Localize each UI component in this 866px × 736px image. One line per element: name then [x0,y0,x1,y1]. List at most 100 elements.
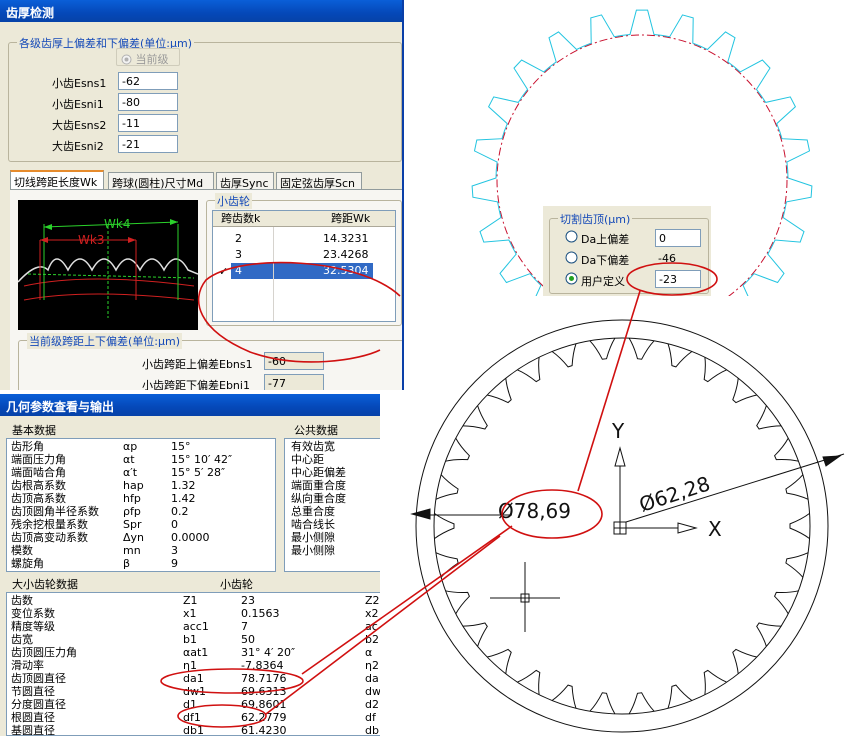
basic-row-symbol: hfp [123,492,141,505]
basic-row-symbol: hap [123,479,144,492]
da-upper-radio[interactable] [565,230,578,246]
gear-row-value: -7.8364 [241,659,284,672]
gear-row[interactable]: 根圆直径 df1 62.2779 df [7,711,380,724]
gear-row[interactable]: 节圆直径 dw1 69.6313 dw [7,685,380,698]
user-defined-field[interactable]: -23 [655,270,701,288]
basic-row-name: 螺旋角 [11,557,44,570]
basic-row[interactable]: 齿形角 αp 15° [7,440,275,453]
gear-row-value: 50 [241,633,255,646]
common-row[interactable]: 最小侧隙 [285,531,380,544]
wk-row-k: 4 [235,264,242,277]
gear-row-symbol: η1 [183,659,197,672]
wk-row-3-selected[interactable]: 4 32.5304 [231,263,373,279]
tab-sync[interactable]: 齿厚Sync [216,172,274,190]
gear-row-value: 0.1563 [241,607,280,620]
gear-row[interactable]: 变位系数 x1 0.1563 x2 [7,607,380,620]
basic-row-value: 0 [171,518,178,531]
basic-row-name: 齿顶高变动系数 [11,531,88,544]
tab-wk[interactable]: 切线跨距长度Wk [10,170,104,190]
gear-row[interactable]: 齿数 Z1 23 Z2 [7,594,380,607]
common-row-name: 总重合度 [291,505,335,518]
basic-row[interactable]: 残余挖根量系数 Spr 0 [7,518,275,531]
wk-table[interactable]: 跨齿数k 跨距Wk 2 14.3231 3 23.4268 4 32.5304 … [212,210,396,322]
common-row-name: 中心距 [291,453,324,466]
basic-row-name: 齿形角 [11,440,44,453]
wk-row-k: 3 [235,248,242,261]
gear-row[interactable]: 齿顶圆压力角 αat1 31° 4′ 20″ α [7,646,380,659]
gear-row[interactable]: 齿宽 b1 50 b2 [7,633,380,646]
basic-row[interactable]: 模数 mn 3 [7,544,275,557]
gear-row-symbol: Z1 [183,594,198,607]
gear-row-name: 齿顶圆压力角 [11,646,77,659]
basic-row-symbol: Δyn [123,531,145,544]
common-row[interactable]: 有效齿宽 [285,440,380,453]
gear-row-symbol-2: x2 [365,607,379,620]
tooth-thickness-titlebar[interactable]: 齿厚检测 [0,0,402,22]
common-row-name: 端面重合度 [291,479,346,492]
wk-row-value: 32.5304 [323,264,369,277]
basic-row-symbol: αp [123,440,138,453]
common-row[interactable]: 中心距 [285,453,380,466]
col-wk-header[interactable]: 跨距Wk [331,211,370,227]
common-row[interactable]: 端面重合度 [285,479,380,492]
wk-table-header: 跨齿数k 跨距Wk [213,211,395,227]
basic-data-header: 基本数据 [8,422,56,438]
tab-scn[interactable]: 固定弦齿厚Scn [276,172,362,190]
tab-md[interactable]: 跨球(圆柱)尺寸Md [108,172,214,190]
basic-row[interactable]: 端面啮合角 α′t 15° 5′ 28″ [7,466,275,479]
basic-data-table[interactable]: 齿形角 αp 15° 端面压力角 αt 15° 10′ 42″ 端面啮合角 α′t 15° 5′… [6,438,276,572]
basic-row[interactable]: 螺旋角 β 9 [7,557,275,570]
common-data-table[interactable]: 有效齿宽 中心距 中心距偏差 端面重合度 纵向重合度 总重合度 啮合线长 最小侧隙 最小侧隙 [284,438,380,572]
gear-row-value: 69.8601 [241,698,287,711]
gear-row[interactable]: 分度圆直径 d1 69.8601 d2 [7,698,380,711]
esns2-field[interactable]: -11 [118,114,178,132]
col-k-header[interactable]: 跨齿数k [221,211,260,227]
basic-row-symbol: mn [123,544,141,557]
wk-row-value: 14.3231 [323,232,369,245]
da-lower-radio[interactable] [565,251,578,267]
gear-row[interactable]: 基圆直径 db1 61.4230 db [7,724,380,735]
common-row-name: 啮合线长 [291,518,335,531]
basic-row-name: 端面啮合角 [11,466,66,479]
ebni1-label: 小齿跨距下偏差Ebni1 [142,379,250,390]
esns1-field[interactable]: -62 [118,72,178,90]
cut-tip-title: 切割齿顶(μm) [558,211,633,227]
basic-row-symbol: α′t [123,466,138,479]
gear-row[interactable]: 齿顶圆直径 da1 78.7176 da [7,672,380,685]
ebns1-label: 小齿跨距上偏差Ebns1 [142,358,253,371]
gear-row[interactable]: 滑动率 η1 -7.8364 η2 [7,659,380,672]
basic-row-symbol: αt [123,453,135,466]
gear-row-name: 精度等级 [11,620,55,633]
common-row-name: 最小侧隙 [291,531,335,544]
wk-row-1[interactable]: 2 14.3231 [213,231,395,247]
common-row[interactable]: 总重合度 [285,505,380,518]
basic-row[interactable]: 齿顶高系数 hfp 1.42 [7,492,275,505]
gear-row[interactable]: 精度等级 acc1 7 ac [7,620,380,633]
gear-data-table[interactable]: 齿数 Z1 23 Z2 变位系数 x1 0.1563 x2 精度等级 acc1 7 ac 齿宽 b1 50 b… [6,592,380,736]
gear-row-name: 根圆直径 [11,711,55,724]
user-defined-radio[interactable] [565,272,578,288]
basic-row[interactable]: 齿根高系数 hap 1.32 [7,479,275,492]
basic-row-value: 3 [171,544,178,557]
common-row[interactable]: 最小侧隙 [285,544,380,557]
gear-row-symbol-2: df [365,711,376,724]
esni2-field[interactable]: -21 [118,135,178,153]
basic-row[interactable]: 齿顶高变动系数 Δyn 0.0000 [7,531,275,544]
pinion-header: 小齿轮 [216,576,253,592]
basic-row-name: 端面压力角 [11,453,66,466]
gear-row-symbol-2: Z2 [365,594,380,607]
da-upper-label: Da上偏差 [581,233,630,246]
common-row[interactable]: 啮合线长 [285,518,380,531]
geometry-titlebar[interactable]: 几何参数查看与输出 [0,394,380,416]
basic-row-value: 9 [171,557,178,570]
esni1-field[interactable]: -80 [118,93,178,111]
da-upper-field[interactable]: 0 [655,229,701,247]
gear-row-symbol-2: η2 [365,659,379,672]
geometry-window: 几何参数查看与输出 基本数据 公共数据 齿形角 αp 15° 端面压力角 αt 15° 1… [0,394,380,736]
basic-row[interactable]: 端面压力角 αt 15° 10′ 42″ [7,453,275,466]
wk-row-2[interactable]: 3 23.4268 [213,247,395,263]
gear-row-symbol-2: dw [365,685,380,698]
common-row[interactable]: 纵向重合度 [285,492,380,505]
basic-row[interactable]: 齿顶圆角半径系数 ρfp 0.2 [7,505,275,518]
common-row[interactable]: 中心距偏差 [285,466,380,479]
